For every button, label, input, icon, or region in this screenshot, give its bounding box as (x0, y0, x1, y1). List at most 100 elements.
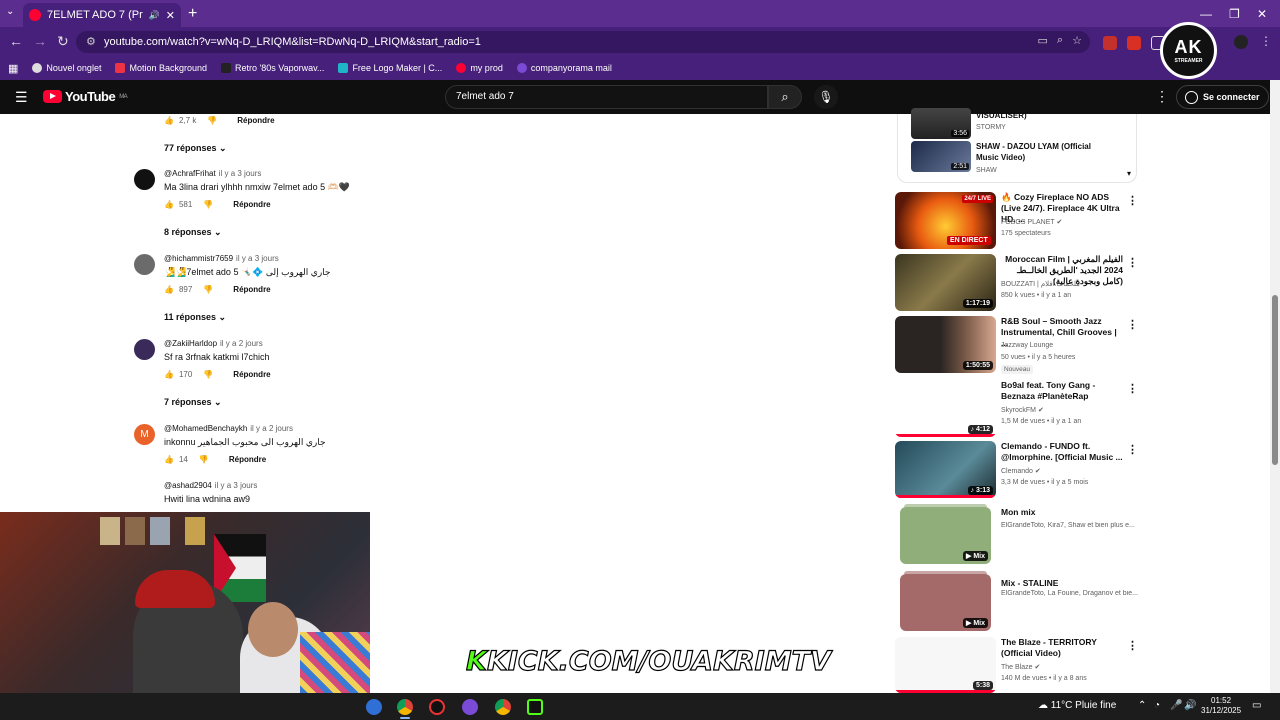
voice-search-icon[interactable]: 🎙 (814, 85, 838, 109)
mix-playlist[interactable]: ▶ Mix Mix - STALINE ElGrandeToto, La Fou… (895, 571, 1140, 634)
notifications-icon[interactable]: ▭ (1252, 700, 1261, 711)
url-field[interactable]: ⚙ youtube.com/watch?v=wNq-D_LRIQM&list=R… (76, 31, 1090, 53)
dislike-icon[interactable]: 👎 (203, 285, 213, 294)
like-icon[interactable]: 👍 (164, 116, 174, 125)
video-thumbnail[interactable]: 1:50:55 (895, 316, 996, 373)
avatar[interactable] (134, 254, 155, 275)
more-options-icon[interactable]: ⋮ (1127, 382, 1138, 395)
bookmark-item[interactable]: my prod (456, 63, 503, 73)
more-options-icon[interactable]: ⋮ (1127, 443, 1138, 456)
reply-button[interactable]: Répondre (233, 370, 270, 379)
apps-grid-icon[interactable]: ▦ (8, 62, 18, 75)
close-tab-icon[interactable]: ✕ (166, 9, 175, 22)
like-icon[interactable]: 👍 (164, 200, 174, 209)
chevron-up-icon[interactable]: ⌃ (1138, 700, 1146, 711)
menu-icon[interactable]: ☰ (15, 89, 28, 106)
reply-button[interactable]: Répondre (233, 285, 270, 294)
bookmark-star-icon[interactable]: ☆ (1072, 34, 1082, 47)
playlist-item-title[interactable]: VISUALISER) (976, 110, 1096, 121)
reply-button[interactable]: Répondre (237, 116, 274, 125)
extension-2-icon[interactable] (1127, 36, 1141, 50)
avatar[interactable] (134, 339, 155, 360)
mix-thumbnail[interactable]: ▶ Mix (900, 571, 991, 631)
video-title[interactable]: Bo9al feat. Tony Gang - Beznaza #Planète… (1001, 380, 1123, 402)
bookmark-item[interactable]: Motion Background (115, 63, 207, 73)
channel-name[interactable]: Clemando ✔ (1001, 467, 1041, 475)
recommended-video[interactable]: 24/7 LIVE EN DIRECT 🔥 Cozy Fireplace NO … (895, 192, 1140, 252)
more-options-icon[interactable]: ⋮ (1127, 194, 1138, 207)
tab-active[interactable]: 7ELMET ADO 7 (Prod. By W 🔊 ✕ (23, 3, 181, 27)
comment-author[interactable]: @AchrafFrihat il y a 3 jours (164, 169, 261, 178)
obs-icon[interactable] (429, 699, 445, 715)
minimize-button[interactable]: — (1200, 7, 1212, 21)
bookmark-item[interactable]: Retro '80s Vaporwav... (221, 63, 324, 73)
volume-icon[interactable]: 🔊 (1184, 700, 1196, 711)
taskbar-app-icon[interactable] (366, 699, 382, 715)
recommended-video[interactable]: 1:17:19 الفيلم المغربي | Moroccan Film 2… (895, 254, 1140, 314)
new-tab-button[interactable]: + (188, 5, 197, 23)
like-icon[interactable]: 👍 (164, 285, 174, 294)
taskbar-app-icon[interactable] (462, 699, 478, 715)
bookmark-item[interactable]: Free Logo Maker | C... (338, 63, 442, 73)
cast-icon[interactable]: ▭ (1038, 34, 1048, 47)
channel-name[interactable]: SkyrockFM ✔ (1001, 406, 1044, 414)
chrome-icon[interactable] (397, 699, 413, 715)
mix-thumbnail[interactable]: ▶ Mix (900, 504, 991, 564)
video-title[interactable]: Clemando - FUNDO ft. @lmorphine. [Offici… (1001, 441, 1123, 463)
recommended-video[interactable]: 5:38 The Blaze - TERRITORY (Official Vid… (895, 637, 1140, 693)
channel-name[interactable]: The Blaze ✔ (1001, 663, 1040, 671)
mic-icon[interactable]: 🎤 (1170, 700, 1182, 711)
forward-icon[interactable]: → (33, 33, 47, 49)
search-input[interactable]: 7elmet ado 7 (445, 85, 768, 109)
video-thumbnail[interactable]: 5:38 (895, 637, 996, 693)
chevron-down-icon[interactable]: ▾ (1127, 169, 1131, 178)
bookmark-item[interactable]: Nouvel onglet (32, 63, 101, 73)
like-icon[interactable]: 👍 (164, 370, 174, 379)
search-button[interactable]: ⌕ (768, 85, 802, 109)
comment-author[interactable]: @MohamedBenchaykh il y a 2 jours (164, 424, 293, 433)
more-options-icon[interactable]: ⋮ (1127, 318, 1138, 331)
avatar[interactable]: M (134, 424, 155, 445)
kick-app-icon[interactable] (527, 699, 543, 715)
more-options-icon[interactable]: ⋮ (1127, 639, 1138, 652)
playlist-thumb[interactable]: 3:56 (911, 108, 971, 139)
dislike-icon[interactable]: 👎 (207, 116, 217, 125)
settings-kebab-icon[interactable]: ⋮ (1155, 88, 1169, 105)
sign-in-button[interactable]: Se connecter (1176, 85, 1269, 109)
playlist-item-title[interactable]: SHAW - DAZOU LYAM (Official Music Video) (976, 141, 1096, 163)
avatar[interactable] (134, 169, 155, 190)
recommended-video[interactable]: ♪ 4:12 Bo9al feat. Tony Gang - Beznaza #… (895, 380, 1140, 440)
channel-name[interactable]: FOBOS PLANET ✔ (1001, 218, 1062, 226)
mix-playlist[interactable]: ▶ Mix Mon mix ElGrandeToto, Kira7, Shaw … (895, 504, 1140, 567)
maximize-button[interactable]: ❐ (1229, 7, 1240, 21)
reply-button[interactable]: Répondre (229, 455, 266, 464)
extension-1-icon[interactable] (1103, 36, 1117, 50)
like-icon[interactable]: 👍 (164, 455, 174, 464)
dislike-icon[interactable]: 👎 (203, 370, 213, 379)
video-thumbnail[interactable]: 24/7 LIVE EN DIRECT (895, 192, 996, 249)
clock[interactable]: 01:52 31/12/2025 (1201, 696, 1241, 716)
replies-toggle[interactable]: 77 réponses ⌄ (164, 143, 227, 154)
playlist-thumb[interactable]: 2:51 (911, 141, 971, 172)
profile-avatar[interactable] (1234, 35, 1248, 49)
video-title[interactable]: The Blaze - TERRITORY (Official Video) (1001, 637, 1123, 659)
video-thumbnail[interactable]: ♪ 4:12 (895, 380, 996, 437)
replies-toggle[interactable]: 7 réponses ⌄ (164, 397, 222, 408)
reload-icon[interactable]: ↻ (57, 33, 69, 50)
reply-button[interactable]: Répondre (233, 200, 270, 209)
comment-author[interactable]: @hichammistr7659 il y a 3 jours (164, 254, 279, 263)
video-title[interactable]: Mon mix (1001, 507, 1123, 518)
youtube-logo[interactable]: YouTube MA (43, 89, 128, 104)
back-icon[interactable]: ← (9, 33, 23, 49)
browser-menu-icon[interactable]: ⋮ (1260, 34, 1272, 48)
video-thumbnail[interactable]: 1:17:19 (895, 254, 996, 311)
close-window-button[interactable]: ✕ (1257, 7, 1267, 21)
bookmark-item[interactable]: companyorama mail (516, 63, 612, 73)
dislike-icon[interactable]: 👎 (199, 455, 209, 464)
audio-icon[interactable]: 🔊 (149, 10, 160, 21)
channel-name[interactable]: BOUZZATI | ملحمات أفلام (1001, 280, 1080, 288)
network-icon[interactable]: ◔ (1154, 700, 1160, 711)
comment-author[interactable]: @ZakiiHarldop il y a 2 jours (164, 339, 263, 348)
more-options-icon[interactable]: ⋮ (1127, 256, 1138, 269)
chrome-icon[interactable] (495, 699, 511, 715)
